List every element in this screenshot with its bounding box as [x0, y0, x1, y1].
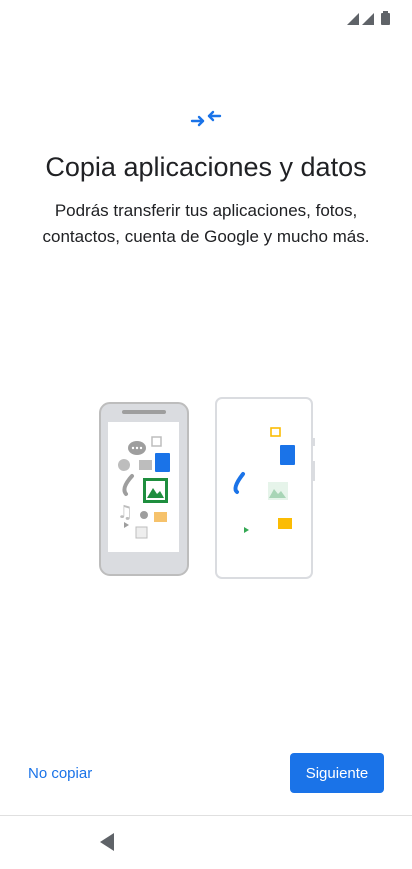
- docs-icon: [155, 453, 170, 472]
- page-subtitle: Podrás transferir tus aplicaciones, foto…: [42, 201, 370, 246]
- chrome-icon: [118, 459, 130, 471]
- mail-icon: [139, 460, 152, 470]
- settings-icon: [140, 511, 148, 519]
- page-title: Copia aplicaciones y datos: [45, 152, 367, 182]
- music-icon: ♫: [117, 502, 133, 523]
- no-copy-button[interactable]: No copiar: [20, 756, 100, 792]
- status-bar: [0, 0, 412, 34]
- photos-icon: [268, 482, 288, 500]
- chat-icon: [128, 441, 146, 455]
- navigation-bar: [0, 816, 412, 869]
- new-phone-graphic: [215, 397, 315, 579]
- back-triangle-icon[interactable]: [96, 830, 120, 854]
- folder-icon: [278, 518, 292, 529]
- battery-icon: [381, 11, 390, 25]
- next-button[interactable]: Siguiente: [290, 753, 384, 793]
- photos-icon: [143, 478, 168, 503]
- transfer-arrows-icon: [190, 110, 222, 127]
- phone-transfer-illustration: ♫: [99, 397, 315, 579]
- status-icons: [347, 11, 390, 25]
- docs-icon: [280, 445, 295, 465]
- old-phone-graphic: ♫: [99, 402, 189, 576]
- signal-icon: [362, 13, 374, 25]
- contacts-icon: [135, 526, 148, 539]
- folder-icon: [154, 512, 167, 522]
- signal-icon: [347, 13, 359, 25]
